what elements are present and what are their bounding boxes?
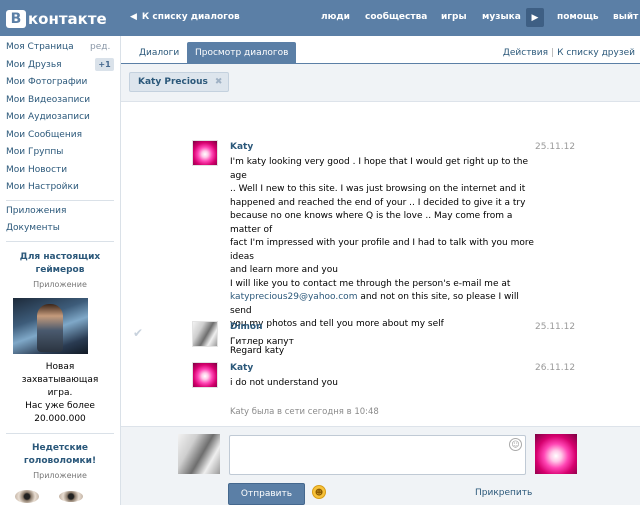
nav-music[interactable]: музыка xyxy=(482,12,521,22)
avatar-dimon[interactable] xyxy=(192,321,218,347)
email-link[interactable]: katyprecious29@yahoo.com xyxy=(230,292,357,302)
tab-view-dialogs[interactable]: Просмотр диалогов xyxy=(187,42,297,64)
compose-area: ☺ Отправить ☻ Прикрепить xyxy=(121,426,640,505)
ad-subtitle: Приложение xyxy=(33,280,87,289)
message-author[interactable]: Katy xyxy=(230,142,253,152)
ad-title-gamers-line1[interactable]: Для настоящих xyxy=(0,251,120,264)
nav-communities[interactable]: сообщества xyxy=(365,12,427,22)
ad-text-line: Нас уже более xyxy=(25,401,95,411)
left-sidebar: Моя Страница ред. Мои Друзья +1 Мои Фото… xyxy=(0,36,120,505)
ad-puzzle-image[interactable] xyxy=(13,488,88,505)
sidebar-divider xyxy=(6,241,114,242)
message-text: Гитлер капут xyxy=(230,337,294,347)
sidebar-item-news[interactable]: Мои Новости xyxy=(6,165,67,175)
nav-logout[interactable]: выйт xyxy=(613,12,638,22)
tab-dialogs[interactable]: Диалоги xyxy=(131,42,187,64)
back-to-dialogs-link[interactable]: ◀ К списку диалогов xyxy=(130,12,240,22)
ad-title-puzzles-line1[interactable]: Недетские xyxy=(0,442,120,455)
avatar-me[interactable] xyxy=(178,434,220,474)
message-line: I will like you to contact me through th… xyxy=(230,278,511,289)
chevron-left-icon: ◀ xyxy=(130,12,137,22)
sidebar-item-apps[interactable]: Приложения xyxy=(6,206,66,216)
message-date: 25.11.12 xyxy=(535,142,576,152)
tabs-bar: Диалоги Просмотр диалогов Действия | К спи… xyxy=(121,36,640,64)
message-date: 25.11.12 xyxy=(535,322,576,332)
message-date: 26.11.12 xyxy=(535,363,576,373)
smile-icon[interactable]: ☺ xyxy=(509,438,522,451)
edit-link[interactable]: ред. xyxy=(90,42,110,52)
sidebar-item-documents[interactable]: Документы xyxy=(6,223,60,233)
actions-separator: | xyxy=(551,48,555,58)
friends-count-badge[interactable]: +1 xyxy=(95,58,114,71)
eye-icon xyxy=(15,490,39,503)
eye-icon xyxy=(59,491,83,502)
top-header: В контакте ◀ К списку диалогов люди сообщ… xyxy=(0,0,640,36)
nav-help[interactable]: помощь xyxy=(557,12,599,22)
message-input[interactable] xyxy=(229,435,526,475)
avatar-katy[interactable] xyxy=(192,140,218,166)
ad-text-line: Новая xyxy=(45,362,75,372)
emoji-icon[interactable]: ☻ xyxy=(312,485,326,499)
message-author[interactable]: Katy xyxy=(230,363,253,373)
recipient-chip[interactable]: Katy Precious ✖ xyxy=(129,72,230,92)
message-line: and learn more and you xyxy=(230,265,338,275)
close-icon[interactable]: ✖ xyxy=(215,77,223,87)
dialog-view: Диалоги Просмотр диалогов Действия | К спи… xyxy=(120,36,640,505)
vk-logo[interactable]: В контакте xyxy=(6,9,107,29)
ad-subtitle: Приложение xyxy=(33,471,87,480)
message-line: .. Well I new to this site. I was just b… xyxy=(230,184,526,194)
recipient-bar: Katy Precious ✖ xyxy=(121,64,640,102)
send-button[interactable]: Отправить xyxy=(228,483,305,505)
sidebar-divider xyxy=(6,433,114,434)
recipient-name: Katy Precious xyxy=(138,77,208,87)
avatar-peer[interactable] xyxy=(535,434,577,474)
sidebar-item-groups[interactable]: Мои Группы xyxy=(6,147,63,157)
sidebar-item-audio[interactable]: Мои Аудиозаписи xyxy=(6,112,90,122)
nav-games[interactable]: игры xyxy=(441,12,467,22)
play-icon: ▶ xyxy=(531,12,539,23)
message-line: katyprecious29@yahoo.com and not on this… xyxy=(230,291,540,318)
sidebar-item-videos[interactable]: Мои Видеозаписи xyxy=(6,95,90,105)
ad-text-line: 20.000.000 xyxy=(34,414,86,424)
sidebar-divider xyxy=(6,200,114,201)
message-text: i do not understand you xyxy=(230,378,338,388)
avatar-katy[interactable] xyxy=(192,362,218,388)
attach-link[interactable]: Прикрепить xyxy=(475,488,532,498)
ad-game-image[interactable] xyxy=(13,298,88,354)
message-line: happened and reached the end of your .. … xyxy=(230,197,526,208)
ad-text-line: игра. xyxy=(47,388,73,398)
sidebar-item-photos[interactable]: Мои Фотографии xyxy=(6,77,87,87)
logo-text: контакте xyxy=(28,10,107,28)
message-text: I'm katy looking very good . I hope that… xyxy=(230,156,540,359)
check-icon[interactable]: ✔ xyxy=(133,326,143,340)
message-line: fact I'm impressed with your profile and… xyxy=(230,238,534,262)
nav-people[interactable]: люди xyxy=(321,12,350,22)
sidebar-item-my-page[interactable]: Моя Страница xyxy=(6,42,74,52)
back-to-dialogs-label: К списку диалогов xyxy=(141,12,240,22)
ad-text-line: захватывающая xyxy=(21,375,99,385)
ad-game-figure xyxy=(37,304,63,352)
sidebar-item-friends[interactable]: Мои Друзья xyxy=(6,60,62,70)
sidebar-item-messages[interactable]: Мои Сообщения xyxy=(6,130,82,140)
ad-title-gamers-line2[interactable]: геймеров xyxy=(0,264,120,277)
online-status: Katy была в сети сегодня в 10:48 xyxy=(230,407,379,417)
play-button[interactable]: ▶ xyxy=(526,8,544,27)
actions-link[interactable]: Действия xyxy=(503,48,548,58)
message-line: I'm katy looking very good . I hope that… xyxy=(230,157,529,181)
message-line: because no one knows where Q is the love… xyxy=(230,211,513,235)
top-actions: Действия | К списку друзей xyxy=(503,48,635,58)
friends-list-link[interactable]: К списку друзей xyxy=(557,48,635,58)
ad-title-puzzles-line2[interactable]: головоломки! xyxy=(0,455,120,468)
logo-letter: В xyxy=(6,10,26,28)
message-line: you my photos and tell you more about my… xyxy=(230,319,444,329)
message-author[interactable]: Dimon xyxy=(230,322,263,332)
sidebar-item-settings[interactable]: Мои Настройки xyxy=(6,182,79,192)
